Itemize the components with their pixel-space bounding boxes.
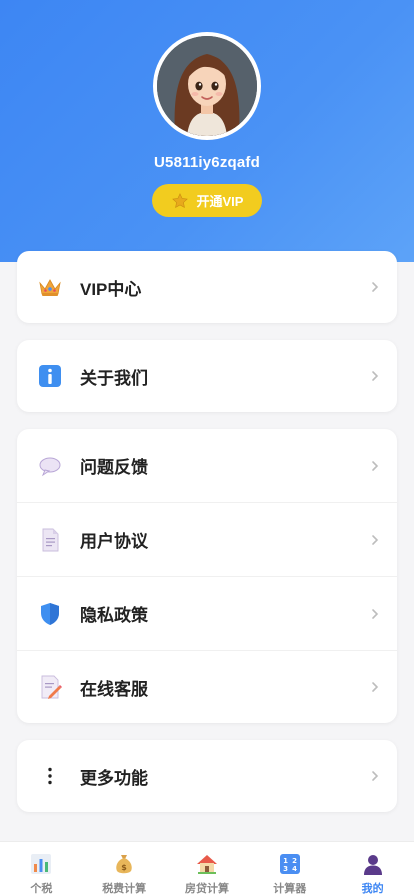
chevron-right-icon: [371, 680, 379, 694]
shield-icon: [37, 601, 63, 627]
vip-center-card: VIP中心: [17, 251, 397, 323]
chevron-right-icon: [371, 533, 379, 547]
chevron-right-icon: [371, 459, 379, 473]
tab-label-mortgage: 房贷计算: [184, 883, 229, 895]
vertical-ellipsis-icon: [37, 763, 63, 789]
more-card: 更多功能: [17, 740, 397, 812]
menu-label-about-us: 关于我们: [80, 368, 148, 388]
tab-tax[interactable]: 个税: [0, 842, 83, 896]
bar-chart-icon: [29, 852, 53, 876]
about-card: 关于我们: [17, 340, 397, 412]
open-vip-button[interactable]: 开通VIP: [152, 184, 262, 217]
tab-fees[interactable]: $ 税费计算: [83, 842, 166, 896]
numbers-icon: 1 2 3 4: [278, 852, 302, 876]
chevron-right-icon: [371, 769, 379, 783]
memo-icon: [37, 674, 63, 700]
tab-label-tax: 个税: [30, 883, 53, 895]
menu-item-vip-center[interactable]: VIP中心: [17, 251, 397, 323]
menu-item-feedback[interactable]: 问题反馈: [17, 429, 397, 502]
chevron-right-icon: [371, 369, 379, 383]
house-icon: [195, 852, 219, 876]
user-silhouette-icon: [361, 852, 385, 876]
svg-text:2: 2: [292, 857, 297, 865]
menu-item-about-us[interactable]: 关于我们: [17, 340, 397, 412]
menu-item-online-service[interactable]: 在线客服: [17, 650, 397, 723]
svg-text:1: 1: [283, 857, 288, 865]
menu-item-user-agreement[interactable]: 用户协议: [17, 502, 397, 576]
menu-item-privacy-policy[interactable]: 隐私政策: [17, 576, 397, 650]
tab-label-calculator: 计算器: [273, 883, 307, 895]
chevron-right-icon: [371, 280, 379, 294]
svg-text:4: 4: [292, 865, 297, 873]
chevron-right-icon: [371, 607, 379, 621]
username: U5811iy6zqafd: [154, 154, 260, 171]
tab-calculator[interactable]: 1 2 3 4 计算器: [248, 842, 331, 896]
menu-label-more-features: 更多功能: [80, 768, 148, 788]
avatar-image: [157, 36, 257, 136]
svg-text:$: $: [121, 863, 127, 872]
document-icon: [37, 527, 63, 553]
open-vip-label: 开通VIP: [196, 194, 244, 209]
profile-header: U5811iy6zqafd 开通VIP: [0, 0, 414, 262]
tab-mine[interactable]: 我的: [331, 842, 414, 896]
money-bag-icon: $: [112, 852, 136, 876]
speech-bubble-icon: [37, 453, 63, 479]
support-card: 问题反馈 用户协议 隐私政策 在线客服: [17, 429, 397, 723]
avatar[interactable]: [153, 32, 261, 140]
bottom-tab-bar: 个税 $ 税费计算 房贷计算 1 2 3 4 计算器 我的: [0, 841, 414, 896]
menu-label-user-agreement: 用户协议: [80, 532, 148, 551]
menu-label-privacy-policy: 隐私政策: [80, 606, 148, 625]
tab-mortgage[interactable]: 房贷计算: [166, 842, 249, 896]
menu-label-online-service: 在线客服: [80, 679, 148, 699]
crown-icon: [37, 274, 63, 300]
tab-label-fees: 税费计算: [102, 883, 147, 895]
svg-text:3: 3: [283, 865, 288, 873]
star-icon: [171, 192, 189, 210]
info-icon: [37, 363, 63, 389]
menu-label-feedback: 问题反馈: [80, 458, 148, 477]
tab-label-mine: 我的: [361, 883, 384, 895]
menu-item-more-features[interactable]: 更多功能: [17, 740, 397, 812]
menu-label-vip-center: VIP中心: [80, 279, 142, 299]
